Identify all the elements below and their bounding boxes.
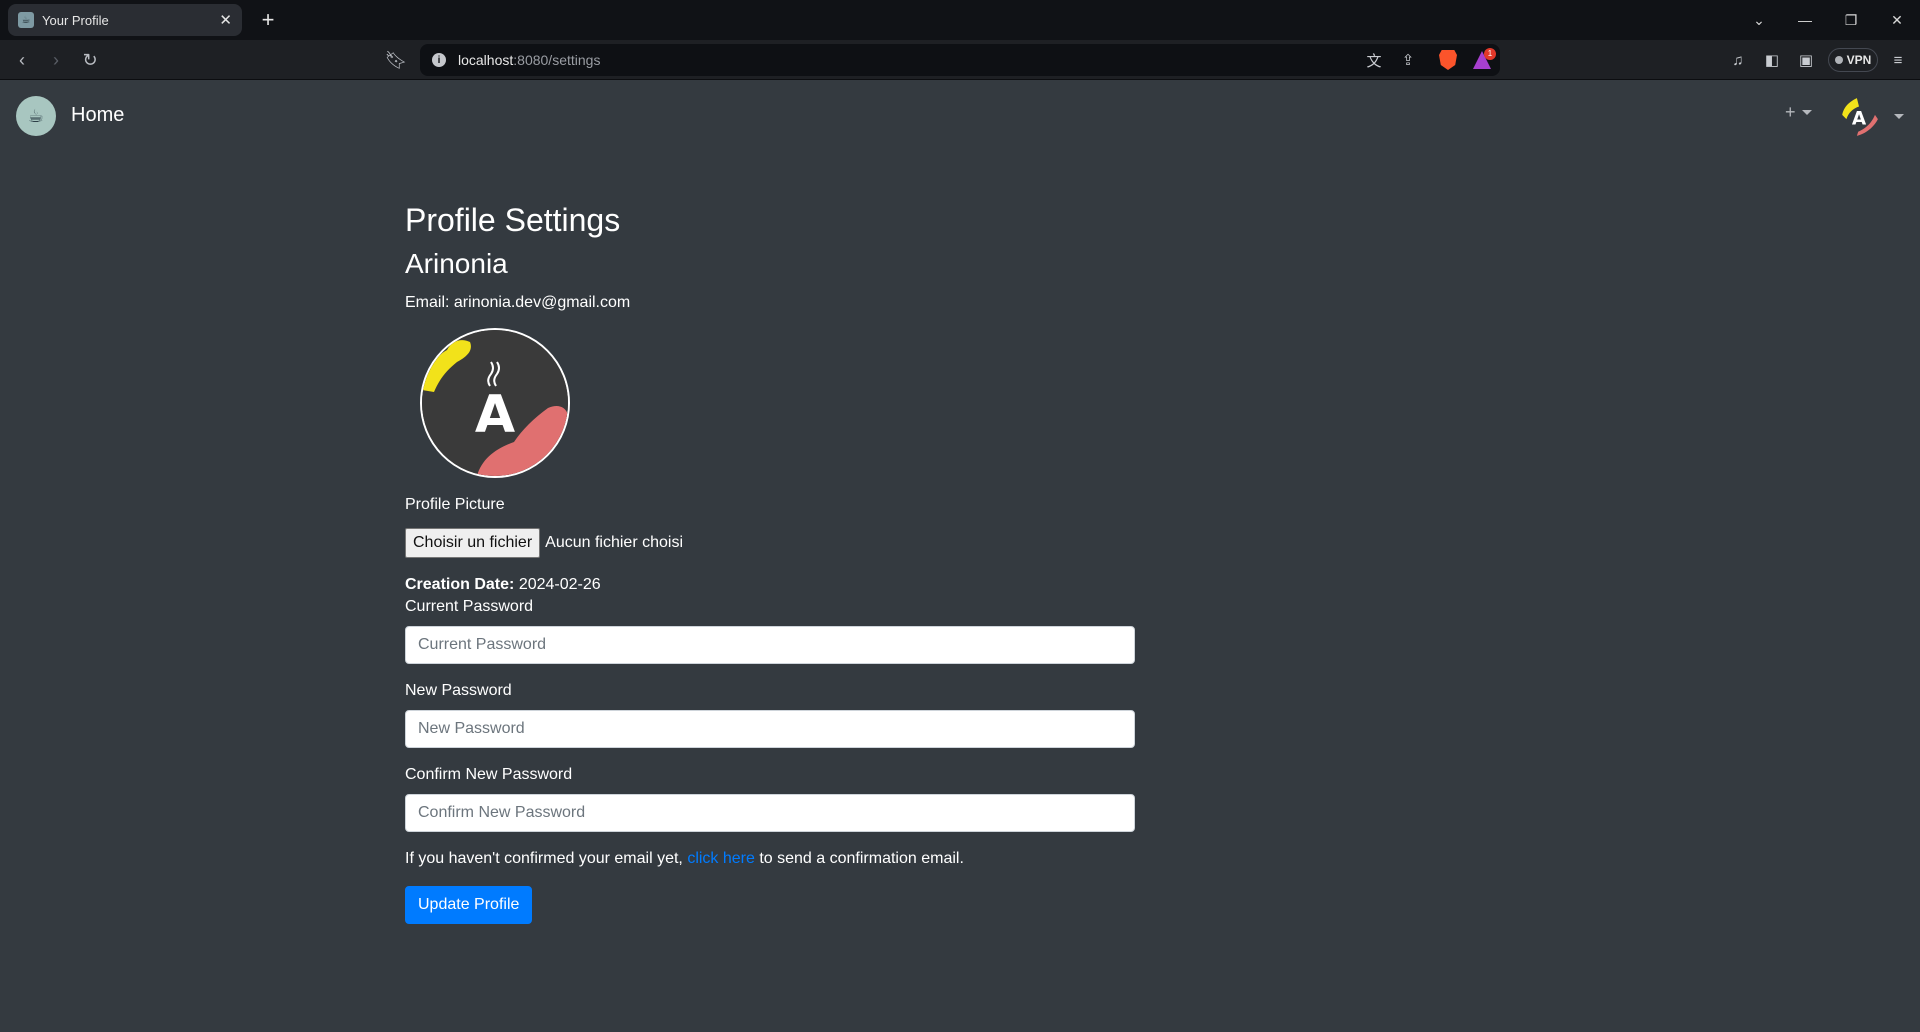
media-icon[interactable]: ♫ [1724, 46, 1752, 74]
tab-title: Your Profile [42, 12, 109, 28]
creation-date-value: 2024-02-26 [518, 576, 601, 593]
browser-tab[interactable]: ☕ Your Profile ✕ [8, 4, 242, 36]
file-status: Aucun fichier choisi [545, 534, 683, 551]
user-avatar[interactable]: A [1838, 96, 1880, 138]
favicon-icon: ☕ [18, 12, 34, 28]
creation-date-label: Creation Date: [405, 576, 515, 593]
profile-picture-label: Profile Picture [405, 496, 505, 513]
update-profile-button[interactable]: Update Profile [405, 886, 533, 924]
svg-text:A: A [1852, 109, 1867, 130]
home-link[interactable]: Home [71, 104, 124, 127]
email-value: arinonia.dev@gmail.com [453, 294, 631, 311]
close-window-button[interactable]: ✕ [1874, 0, 1920, 40]
app-navbar: ☕ Home + A [0, 80, 1920, 152]
url-path: :8080/settings [513, 52, 601, 68]
vpn-button[interactable]: VPN [1828, 48, 1878, 72]
vpn-label: VPN [1846, 53, 1872, 67]
browser-toolbar: ‹ › ↻ 🔖︎ i localhost:8080/settings 文 ⇪ 1… [0, 40, 1920, 80]
email-line: Email: arinonia.dev@gmail.com [405, 292, 1135, 314]
email-label: Email: [405, 294, 450, 311]
bookmark-icon[interactable]: 🔖︎ [382, 46, 410, 74]
confirm-password-group: Confirm New Password [405, 764, 1135, 832]
vpn-status-icon [1834, 56, 1843, 64]
tab-search-chevron-icon[interactable]: ⌄ [1736, 0, 1782, 40]
confirm-text-before: If you haven't confirmed your email yet, [405, 850, 683, 867]
new-password-label: New Password [405, 682, 512, 699]
address-bar[interactable]: i localhost:8080/settings [420, 44, 1500, 76]
current-password-label: Current Password [405, 598, 534, 615]
profile-picture: A [420, 328, 570, 478]
username: Arinonia [405, 248, 508, 279]
minimize-button[interactable]: — [1782, 0, 1828, 40]
creation-date-line: Creation Date: 2024-02-26 [405, 574, 1135, 596]
browser-tabbar: ☕ Your Profile ✕ + ⌄ — ❐ ✕ [0, 0, 1920, 40]
page-title: Profile Settings [405, 202, 621, 238]
rewards-badge: 1 [1484, 48, 1496, 60]
brave-shields-icon[interactable] [1434, 46, 1462, 74]
sidebar-icon[interactable]: ◧ [1758, 46, 1786, 74]
new-password-input[interactable] [405, 710, 1135, 748]
confirm-email-link[interactable]: click here [687, 850, 755, 867]
reload-icon[interactable]: ↻ [76, 46, 104, 74]
choose-file-button[interactable]: Choisir un fichier [405, 528, 541, 558]
restore-button[interactable]: ❐ [1828, 0, 1874, 40]
avatar-letter: A [475, 385, 515, 445]
confirm-password-label: Confirm New Password [405, 766, 573, 783]
profile-settings-panel: Profile Settings Arinonia Email: arinoni… [405, 196, 1135, 924]
create-dropdown[interactable]: + [1785, 102, 1812, 123]
current-password-group: Current Password [405, 596, 1135, 664]
site-info-icon[interactable]: i [432, 53, 446, 67]
back-arrow-icon[interactable]: ‹ [8, 46, 36, 74]
forward-arrow-icon[interactable]: › [42, 46, 70, 74]
brand-logo-icon[interactable]: ☕ [16, 96, 56, 136]
wallet-icon[interactable]: ▣ [1792, 46, 1820, 74]
url-host: localhost [458, 52, 514, 68]
share-icon[interactable]: ⇪ [1394, 46, 1422, 74]
confirm-email-text: If you haven't confirmed your email yet,… [405, 848, 1135, 870]
new-tab-button[interactable]: + [254, 6, 282, 34]
new-password-group: New Password [405, 680, 1135, 748]
avatar-caret-icon[interactable] [1894, 114, 1904, 119]
file-input[interactable]: Choisir un fichier Aucun fichier choisi [405, 528, 1135, 558]
caret-down-icon [1801, 110, 1812, 115]
plus-icon: + [1785, 102, 1796, 122]
translate-icon[interactable]: 文 [1360, 46, 1388, 74]
close-icon[interactable]: ✕ [219, 11, 232, 29]
confirm-password-input[interactable] [405, 794, 1135, 832]
confirm-text-after: to send a confirmation email. [759, 850, 964, 867]
menu-icon[interactable]: ≡ [1884, 46, 1912, 74]
current-password-input[interactable] [405, 626, 1135, 664]
